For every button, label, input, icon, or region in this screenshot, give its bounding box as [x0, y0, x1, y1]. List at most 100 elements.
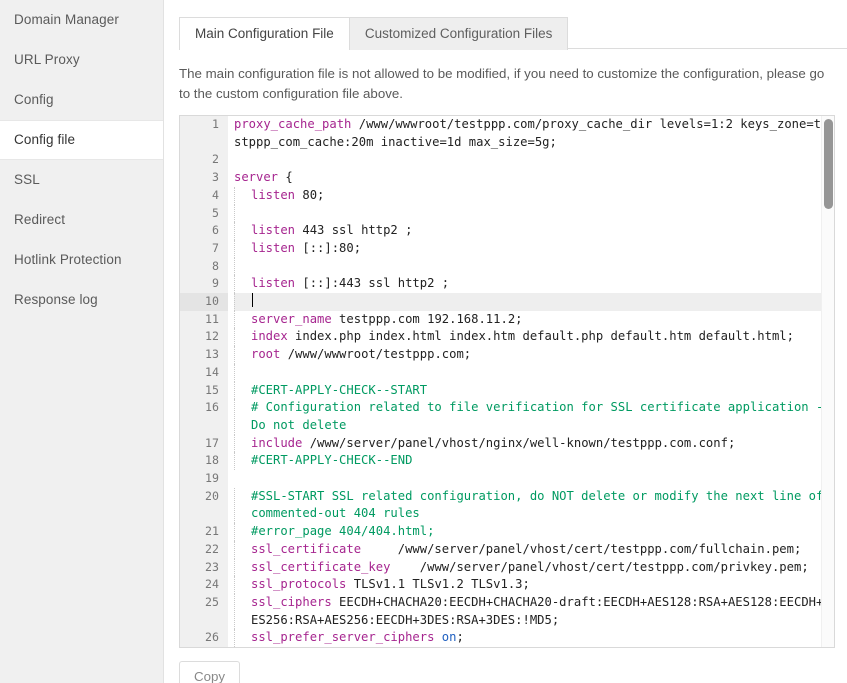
line-number: 26 — [180, 629, 228, 647]
code-token: ssl_ciphers — [251, 595, 332, 609]
code-token: listen — [251, 241, 295, 255]
tab-customized-configuration-files[interactable]: Customized Configuration Files — [349, 17, 569, 50]
code-token: index — [251, 329, 288, 343]
code-token: [::]:443 ssl http2 ; — [295, 276, 449, 290]
code-line: 23 ssl_certificate_key /www/server/panel/… — [180, 559, 834, 577]
config-file-page: Domain ManagerURL ProxyConfigConfig file… — [0, 0, 847, 683]
tab-main-configuration-file[interactable]: Main Configuration File — [179, 17, 350, 50]
code-token: /www/server/panel/vhost/cert/testppp.com… — [390, 560, 808, 574]
code-token: /www/wwwroot/testppp.com; — [280, 347, 471, 361]
code-token: ssl_certificate — [251, 542, 361, 556]
code-token: 443 ssl http2 ; — [295, 223, 412, 237]
line-content: ssl_certificate_key /www/server/panel/vh… — [234, 559, 834, 577]
code-line: 27ssl_session_cache shared:SSL:10m; — [180, 647, 834, 648]
line-content: listen 80; — [234, 187, 834, 205]
line-number: 17 — [180, 435, 228, 453]
code-token: on — [442, 630, 457, 644]
line-number: 6 — [180, 222, 228, 240]
code-line: 26ssl_prefer_server_ciphers on; — [180, 629, 834, 647]
text-cursor — [252, 293, 253, 307]
code-token: server_name — [251, 312, 332, 326]
code-token: listen — [251, 223, 295, 237]
line-content — [228, 151, 834, 169]
code-token: [::]:80; — [295, 241, 361, 255]
line-number: 18 — [180, 452, 228, 470]
line-number: 2 — [180, 151, 228, 169]
line-content: server_name testppp.com 192.168.11.2; — [234, 311, 834, 329]
code-line: 22 ssl_certificate /www/server/panel/vhos… — [180, 541, 834, 559]
sidebar-item-ssl[interactable]: SSL — [0, 160, 163, 200]
copy-button[interactable]: Copy — [179, 661, 240, 683]
code-line: 6 listen 443 ssl http2 ; — [180, 222, 834, 240]
sidebar-item-redirect[interactable]: Redirect — [0, 200, 163, 240]
line-number: 13 — [180, 346, 228, 364]
line-number: 23 — [180, 559, 228, 577]
line-content: listen 443 ssl http2 ; — [234, 222, 834, 240]
main-content: Main Configuration FileCustomized Config… — [164, 0, 847, 683]
code-token: /www/server/panel/vhost/nginx/well-known… — [302, 436, 735, 450]
line-content — [234, 293, 834, 311]
line-number: 25 — [180, 594, 228, 612]
notice-text: The main configuration file is not allow… — [179, 64, 835, 104]
line-content: proxy_cache_path /www/wwwroot/testppp.co… — [228, 116, 834, 151]
code-line: 3server { — [180, 169, 834, 187]
config-editor[interactable]: 1proxy_cache_path /www/wwwroot/testppp.c… — [179, 115, 835, 648]
code-token: # Configuration related to file verifica… — [251, 400, 831, 432]
line-number: 5 — [180, 205, 228, 223]
code-line: 20#SSL-START SSL related configuration, … — [180, 488, 834, 523]
sidebar-item-config-file[interactable]: Config file — [0, 120, 163, 160]
code-line: 15 #CERT-APPLY-CHECK--START — [180, 382, 834, 400]
code-token: EECDH+CHACHA20:EECDH+CHACHA20-draft:EECD… — [251, 595, 831, 627]
code-token: #error_page 404/404.html; — [251, 524, 434, 538]
sidebar-item-domain-manager[interactable]: Domain Manager — [0, 0, 163, 40]
code-line: 24 ssl_protocols TLSv1.1 TLSv1.2 TLSv1.3; — [180, 576, 834, 594]
line-content: root /www/wwwroot/testppp.com; — [234, 346, 834, 364]
code-token: { — [278, 170, 293, 184]
sidebar: Domain ManagerURL ProxyConfigConfig file… — [0, 0, 164, 683]
line-number: 22 — [180, 541, 228, 559]
line-number: 9 — [180, 275, 228, 293]
code-line: 13 root /www/wwwroot/testppp.com; — [180, 346, 834, 364]
line-content: ssl_session_cache shared:SSL:10m; — [234, 647, 834, 648]
line-number: 24 — [180, 576, 228, 594]
line-content: ssl_certificate /www/server/panel/vhost/… — [234, 541, 834, 559]
line-content: ssl_protocols TLSv1.1 TLSv1.2 TLSv1.3; — [234, 576, 834, 594]
code-token: #CERT-APPLY-CHECK--START — [251, 383, 427, 397]
code-line: 2 — [180, 151, 834, 169]
sidebar-item-hotlink-protection[interactable]: Hotlink Protection — [0, 240, 163, 280]
line-content — [234, 205, 834, 223]
line-content: listen [::]:80; — [234, 240, 834, 258]
code-line: 19 — [180, 470, 834, 488]
code-line: 8 — [180, 258, 834, 276]
line-number: 15 — [180, 382, 228, 400]
line-content — [228, 470, 834, 488]
line-content: include /www/server/panel/vhost/nginx/we… — [234, 435, 834, 453]
line-number: 14 — [180, 364, 228, 382]
code-token: index.php index.html index.htm default.p… — [288, 329, 794, 343]
sidebar-item-url-proxy[interactable]: URL Proxy — [0, 40, 163, 80]
line-content — [234, 258, 834, 276]
code-lines: 1proxy_cache_path /www/wwwroot/testppp.c… — [180, 116, 834, 648]
code-token: ssl_certificate_key — [251, 560, 390, 574]
line-number: 1 — [180, 116, 228, 134]
sidebar-item-list: Domain ManagerURL ProxyConfigConfig file… — [0, 0, 163, 320]
line-content: listen [::]:443 ssl http2 ; — [234, 275, 834, 293]
line-content: #error_page 404/404.html; — [234, 523, 834, 541]
editor-scrollbar-thumb[interactable] — [824, 119, 833, 209]
sidebar-item-config[interactable]: Config — [0, 80, 163, 120]
line-content: index index.php index.html index.htm def… — [234, 328, 834, 346]
code-line: 18#CERT-APPLY-CHECK--END — [180, 452, 834, 470]
editor-vertical-scrollbar[interactable] — [821, 116, 834, 647]
code-token — [434, 630, 441, 644]
editor-actions: Copy — [179, 661, 847, 683]
sidebar-item-response-log[interactable]: Response log — [0, 280, 163, 320]
code-line: 16# Configuration related to file verifi… — [180, 399, 834, 434]
line-content — [234, 364, 834, 382]
line-number: 19 — [180, 470, 228, 488]
code-token: testppp.com 192.168.11.2; — [332, 312, 523, 326]
line-content: #CERT-APPLY-CHECK--START — [234, 382, 834, 400]
code-line: 7listen [::]:80; — [180, 240, 834, 258]
line-content: ssl_ciphers EECDH+CHACHA20:EECDH+CHACHA2… — [234, 594, 834, 629]
code-line: 5 — [180, 205, 834, 223]
line-number: 12 — [180, 328, 228, 346]
